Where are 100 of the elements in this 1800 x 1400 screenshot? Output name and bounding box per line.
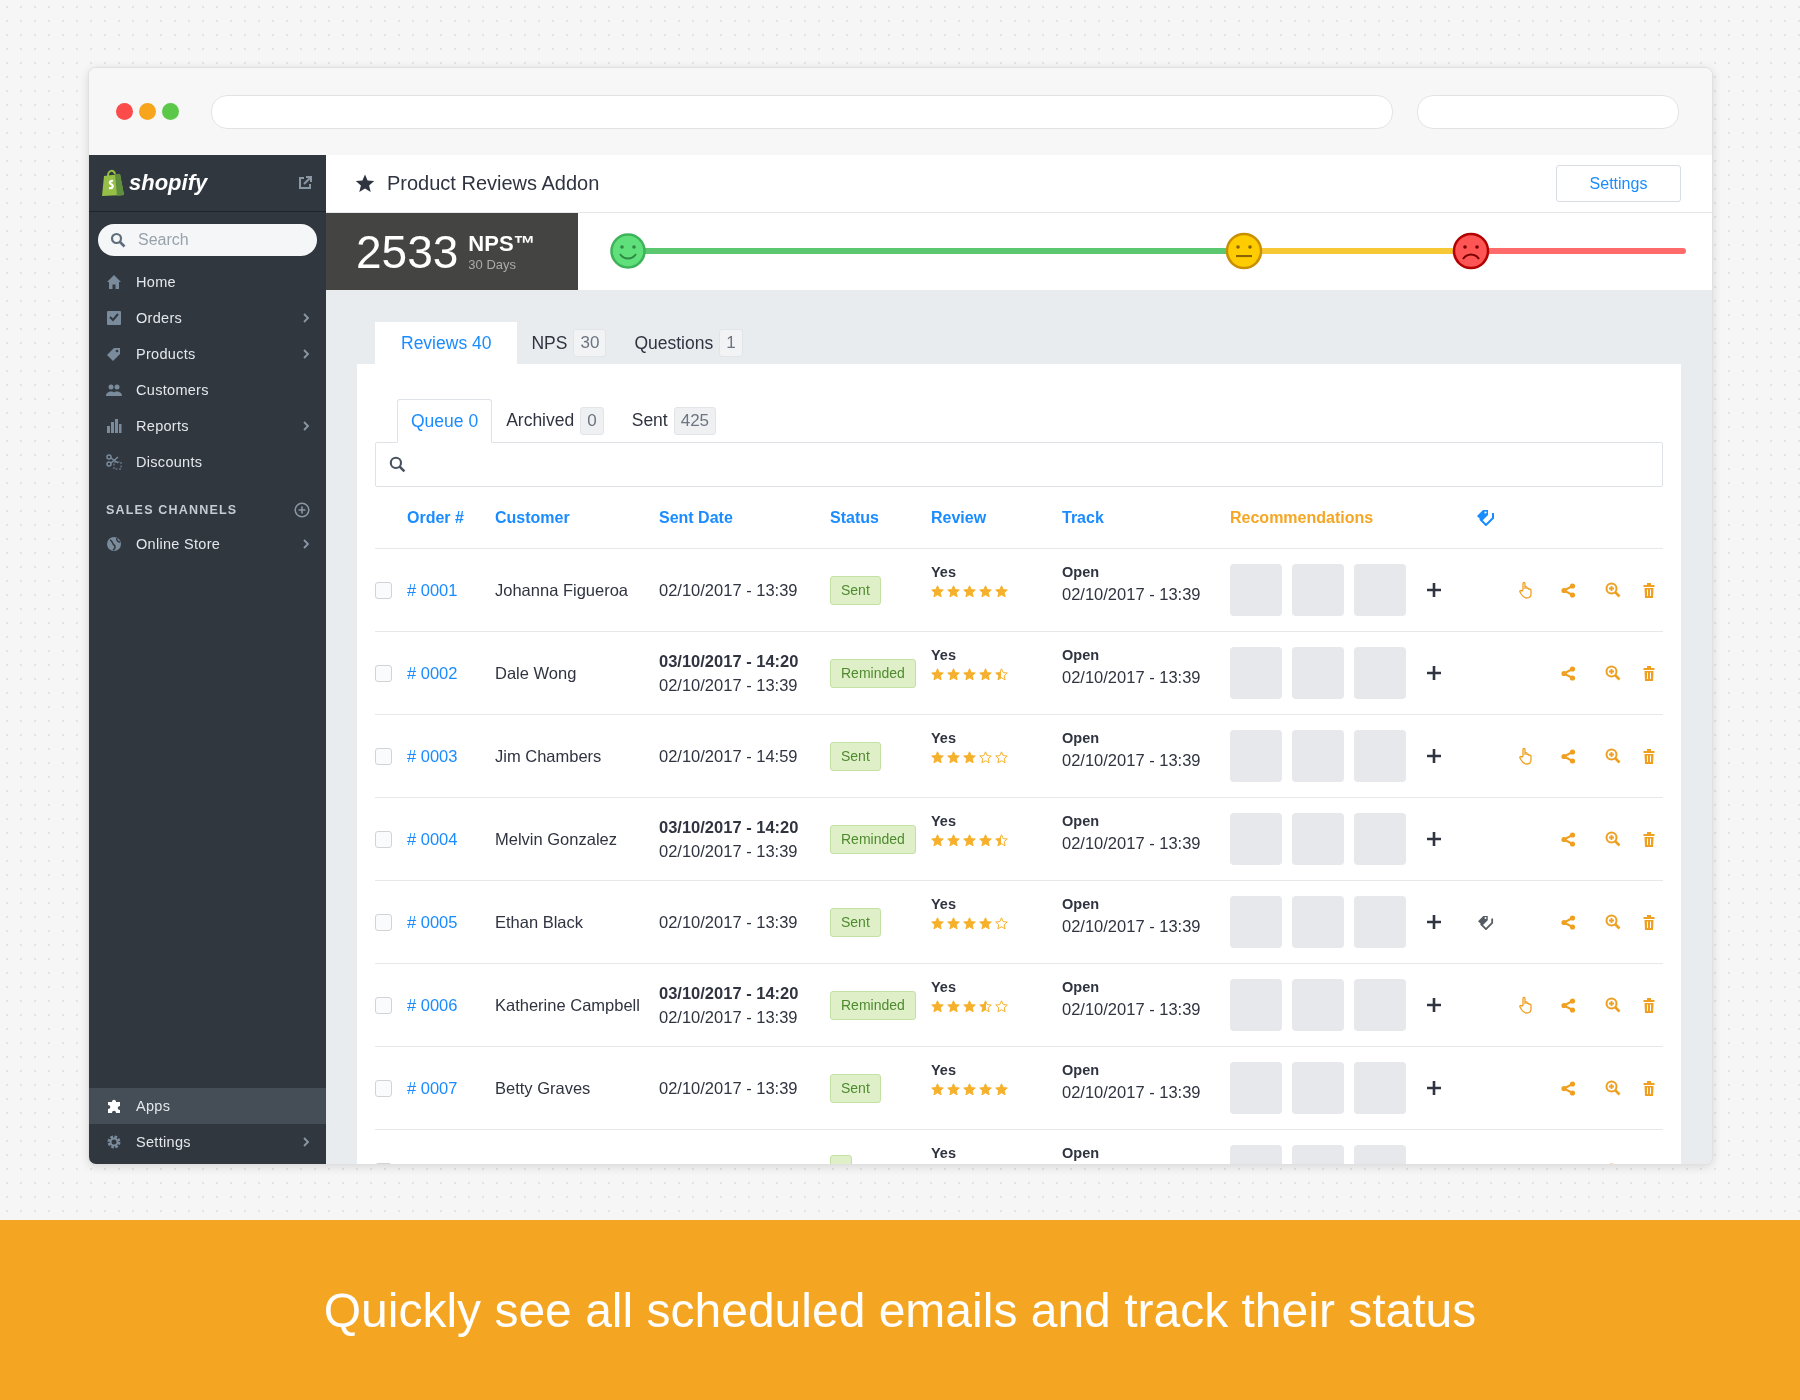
star-icon [995, 751, 1008, 764]
row-checkbox[interactable] [375, 664, 392, 682]
search-field[interactable]: Search [98, 224, 317, 256]
order-link[interactable]: # 0005 [407, 912, 495, 932]
column-header[interactable]: Sent Date [659, 508, 830, 527]
trash-icon[interactable] [1643, 665, 1655, 681]
trash-icon[interactable] [1643, 748, 1655, 764]
zoom-in-icon[interactable] [1604, 997, 1621, 1013]
zoom-in-icon[interactable] [1604, 831, 1621, 847]
order-link[interactable]: # 0003 [407, 746, 495, 766]
customer-name: Dale Wong [495, 663, 578, 683]
product-photo-placeholder [1354, 730, 1406, 782]
maximize-window-dot[interactable] [162, 103, 179, 120]
order-link[interactable]: # 0007 [407, 1078, 495, 1098]
sidebar-item[interactable]: Discounts [89, 444, 326, 480]
plus-icon[interactable] [1426, 914, 1442, 930]
add-circle-icon[interactable] [294, 502, 310, 518]
status-badge: Sent [830, 575, 881, 605]
column-header[interactable]: Customer [495, 508, 659, 527]
column-header[interactable]: Order # [407, 508, 495, 527]
browser-search-field[interactable] [1417, 94, 1679, 129]
plus-icon[interactable] [1426, 831, 1442, 847]
tab[interactable]: Questions 1 [620, 322, 757, 364]
tab[interactable]: Archived 0 [492, 399, 618, 442]
row-checkbox[interactable] [375, 996, 392, 1014]
order-link[interactable]: # 0002 [407, 663, 495, 683]
trash-icon[interactable] [1643, 1080, 1655, 1096]
pointing-hand-icon[interactable] [1518, 581, 1534, 599]
star-icon [979, 834, 992, 847]
sidebar-item[interactable]: Reports [89, 408, 326, 444]
star-icon [931, 1083, 944, 1096]
review-answer: Yes [931, 730, 957, 746]
row-checkbox[interactable] [375, 1079, 392, 1097]
plus-icon[interactable] [1426, 1080, 1442, 1096]
external-link-icon[interactable] [298, 176, 312, 190]
row-checkbox[interactable] [375, 913, 392, 931]
plus-icon[interactable] [1426, 665, 1442, 681]
share-icon[interactable] [1560, 831, 1576, 847]
minimize-window-dot[interactable] [139, 103, 156, 120]
sidebar-item[interactable]: Apps [89, 1088, 326, 1124]
status-badge: Sent [830, 1073, 881, 1103]
sent-date: 02/10/2017 - 13:39 [659, 841, 799, 861]
chevron-right-icon [302, 349, 310, 359]
settings-button[interactable]: Settings [1556, 165, 1681, 202]
plus-icon[interactable] [1426, 997, 1442, 1013]
tab[interactable]: Queue 0 [397, 399, 493, 443]
column-header[interactable]: Review [931, 508, 1062, 527]
trash-icon[interactable] [1643, 997, 1655, 1013]
star-icon [931, 585, 944, 598]
tab[interactable]: NPS 30 [517, 322, 621, 364]
zoom-in-icon[interactable] [1604, 582, 1621, 598]
zoom-in-icon[interactable] [1604, 665, 1621, 681]
column-header[interactable]: Status [830, 508, 931, 527]
order-link[interactable]: # 0001 [407, 580, 495, 600]
zoom-in-icon[interactable] [1604, 1080, 1621, 1096]
trash-icon[interactable] [1643, 582, 1655, 598]
pointing-hand-icon[interactable] [1518, 996, 1534, 1014]
product-photo-placeholder [1354, 979, 1406, 1031]
share-icon[interactable] [1560, 748, 1576, 764]
plus-icon[interactable] [1426, 582, 1442, 598]
sidebar-item[interactable]: Products [89, 336, 326, 372]
trash-icon[interactable] [1643, 914, 1655, 930]
sidebar-item[interactable]: Home [89, 264, 326, 300]
track-status: Open [1062, 1145, 1101, 1161]
tab[interactable]: Sent 425 [617, 399, 731, 442]
row-checkbox[interactable] [375, 747, 392, 765]
tab[interactable]: Reviews 40 [375, 322, 518, 364]
sidebar-item[interactable]: Customers [89, 372, 326, 408]
share-icon[interactable] [1560, 582, 1576, 598]
track-status: Open [1062, 979, 1101, 995]
share-icon[interactable] [1560, 997, 1576, 1013]
sidebar-item[interactable]: Online Store [89, 526, 326, 562]
row-checkbox[interactable] [375, 581, 392, 599]
order-link[interactable]: # 0004 [407, 829, 495, 849]
zoom-in-icon[interactable] [1604, 748, 1621, 764]
zoom-in-icon[interactable] [1604, 914, 1621, 930]
review-answer: Yes [931, 896, 957, 912]
search-field[interactable] [375, 442, 1663, 487]
sidebar-item[interactable]: Orders [89, 300, 326, 336]
address-bar[interactable] [211, 94, 1393, 129]
column-header[interactable]: Recommendations [1230, 508, 1466, 527]
pointing-hand-icon[interactable] [1518, 747, 1534, 765]
tags-icon[interactable] [1477, 914, 1495, 930]
share-icon[interactable] [1560, 914, 1576, 930]
close-window-dot[interactable] [116, 103, 133, 120]
nps-label: NPS™ [468, 231, 536, 257]
row-checkbox[interactable] [375, 830, 392, 848]
status-badge: Sent [830, 741, 881, 771]
star-icon [947, 668, 960, 681]
sidebar-item[interactable]: Settings [89, 1124, 326, 1160]
order-link[interactable]: # 0006 [407, 995, 495, 1015]
search-input[interactable]: Search [136, 230, 280, 250]
product-photo-placeholder [1354, 896, 1406, 948]
share-icon[interactable] [1560, 665, 1576, 681]
trash-icon[interactable] [1643, 831, 1655, 847]
column-header[interactable]: Track [1062, 508, 1230, 527]
share-icon[interactable] [1560, 1080, 1576, 1096]
tags-icon[interactable] [1476, 509, 1496, 526]
product-photo-placeholder [1230, 730, 1282, 782]
plus-icon[interactable] [1426, 748, 1442, 764]
